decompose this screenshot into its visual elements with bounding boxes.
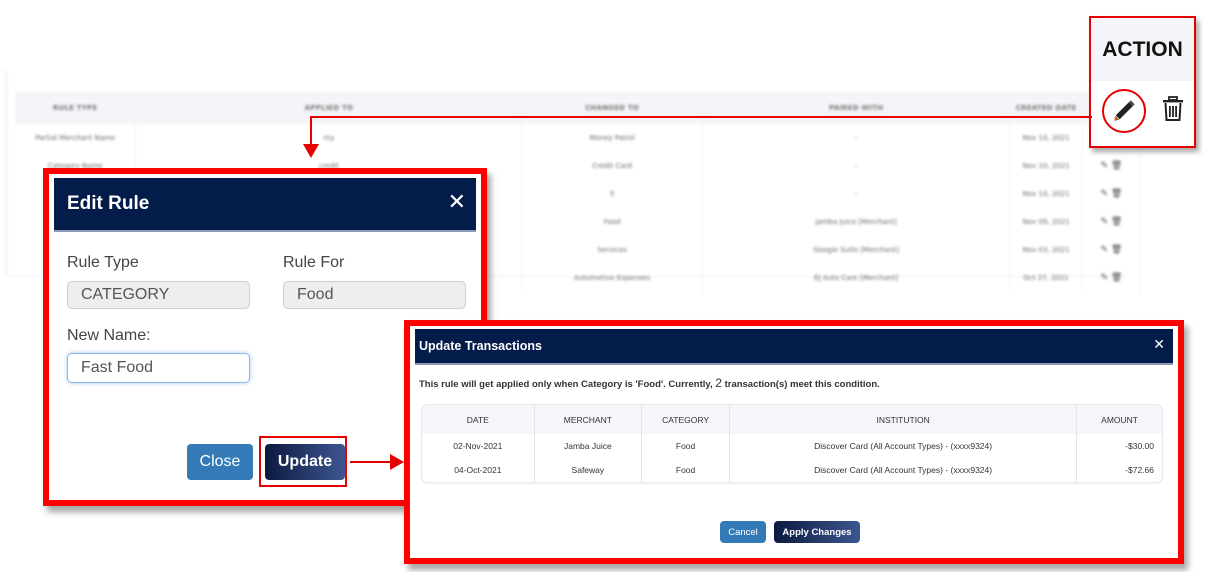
rule-for-label: Rule For bbox=[283, 254, 345, 271]
trash-icon[interactable]: 🗑 bbox=[1111, 161, 1122, 171]
pencil-icon bbox=[1113, 100, 1135, 121]
rule-paired-with: EJ Auto Care [Merchant] bbox=[702, 264, 1011, 292]
rule-paired-with: - bbox=[702, 152, 1011, 180]
rule-applied-to: my bbox=[135, 124, 523, 152]
col-category: CATEGORY bbox=[642, 405, 731, 434]
update-transactions-modal: Update Transactions ✕ This rule will get… bbox=[404, 320, 1184, 564]
rule-paired-with: - bbox=[702, 124, 1011, 152]
connector-line bbox=[310, 116, 1092, 118]
tx-institution: Discover Card (All Account Types) - (xxx… bbox=[730, 458, 1078, 482]
trash-icon[interactable]: 🗑 bbox=[1111, 273, 1122, 283]
col-created-date: CREATED DATE bbox=[1009, 92, 1083, 124]
rule-for-field: Food bbox=[283, 281, 466, 309]
cancel-button[interactable]: Cancel bbox=[720, 521, 766, 543]
arrow-head-down bbox=[303, 144, 319, 158]
arrow-head-right bbox=[390, 454, 404, 470]
message-prefix: This rule will get applied only when Cat… bbox=[419, 379, 716, 390]
rules-table-header: RULE TYPE APPLIED TO CHANGED TO PAIRED W… bbox=[15, 92, 1142, 124]
rule-changed-to: 5 bbox=[521, 180, 703, 208]
rule-type-label: Rule Type bbox=[67, 254, 139, 271]
message-suffix: transaction(s) meet this condition. bbox=[721, 379, 880, 390]
trash-icon[interactable]: 🗑 bbox=[1111, 245, 1122, 255]
rule-paired-with: - bbox=[702, 180, 1011, 208]
pencil-icon[interactable]: ✎ bbox=[1100, 189, 1110, 199]
condition-message: This rule will get applied only when Cat… bbox=[419, 376, 880, 390]
update-transactions-title: Update Transactions bbox=[419, 339, 542, 353]
new-name-input[interactable] bbox=[67, 353, 250, 383]
tx-merchant: Jamba Juice bbox=[535, 434, 643, 458]
edit-rule-button[interactable] bbox=[1101, 89, 1146, 133]
new-name-label: New Name: bbox=[67, 327, 151, 344]
close-button[interactable]: Close bbox=[187, 444, 253, 480]
tx-merchant: Safeway bbox=[535, 458, 643, 482]
tx-amount: -$30.00 bbox=[1125, 441, 1154, 451]
tx-category: Food bbox=[642, 434, 731, 458]
edit-rule-header: Edit Rule ✕ bbox=[54, 178, 476, 232]
rule-created: Oct 27, 2021 bbox=[1009, 264, 1083, 292]
close-icon[interactable]: ✕ bbox=[448, 190, 466, 215]
tx-amount: -$72.66 bbox=[1125, 465, 1154, 475]
rule-changed-to: Food bbox=[521, 208, 703, 236]
rule-paired-with: Jamba Juice [Merchant] bbox=[702, 208, 1011, 236]
col-date: DATE bbox=[422, 405, 535, 434]
close-icon[interactable]: ✕ bbox=[1153, 337, 1165, 353]
rule-created: Nov 03, 2021 bbox=[1009, 236, 1083, 264]
transaction-row: 02-Nov-2021 Jamba Juice Food Discover Ca… bbox=[422, 434, 1162, 458]
rule-row: Partial Merchant Name my Money Patrol - Nov … bbox=[15, 124, 1142, 152]
update-transactions-header: Update Transactions ✕ bbox=[415, 329, 1173, 365]
transaction-count: 2 bbox=[715, 376, 722, 390]
rule-actions: ✎ 🗑 bbox=[1082, 236, 1142, 264]
edit-rule-title: Edit Rule bbox=[67, 193, 150, 214]
rule-created: Nov 09, 2021 bbox=[1009, 208, 1083, 236]
col-applied-to: APPLIED TO bbox=[135, 92, 523, 124]
col-amount: AMOUNT bbox=[1077, 405, 1162, 434]
transaction-row: 04-Oct-2021 Safeway Food Discover Card (… bbox=[422, 458, 1162, 482]
rule-created: Nov 10, 2021 bbox=[1009, 124, 1083, 152]
delete-rule-button[interactable] bbox=[1162, 96, 1184, 126]
connector-line bbox=[310, 116, 312, 146]
tx-date: 04-Oct-2021 bbox=[422, 458, 535, 482]
rule-actions: ✎ 🗑 bbox=[1082, 152, 1142, 180]
rule-created: Nov 10, 2021 bbox=[1009, 180, 1083, 208]
rule-changed-to: Money Patrol bbox=[521, 124, 703, 152]
col-changed-to: CHANGED TO bbox=[521, 92, 703, 124]
pencil-icon[interactable]: ✎ bbox=[1100, 217, 1110, 227]
rule-type-field: CATEGORY bbox=[67, 281, 250, 309]
rule-actions: ✎ 🗑 bbox=[1082, 180, 1142, 208]
rule-changed-to: Automotive Expenses bbox=[521, 264, 703, 292]
col-merchant: MERCHANT bbox=[534, 405, 643, 434]
rule-paired-with: Google Suite [Merchant] bbox=[702, 236, 1011, 264]
pencil-icon[interactable]: ✎ bbox=[1100, 273, 1110, 283]
tx-institution: Discover Card (All Account Types) - (xxx… bbox=[730, 434, 1078, 458]
pencil-icon[interactable]: ✎ bbox=[1100, 245, 1110, 255]
trash-icon bbox=[1162, 96, 1183, 121]
tx-category: Food bbox=[642, 458, 731, 482]
connector-line bbox=[350, 461, 392, 463]
rule-rule-type: Partial Merchant Name bbox=[15, 124, 137, 152]
trash-icon[interactable]: 🗑 bbox=[1111, 217, 1122, 227]
trash-icon[interactable]: 🗑 bbox=[1111, 189, 1122, 199]
rule-actions: ✎ 🗑 bbox=[1082, 264, 1142, 292]
transactions-table: DATE MERCHANT CATEGORY INSTITUTION AMOUN… bbox=[421, 404, 1163, 483]
pencil-icon[interactable]: ✎ bbox=[1100, 161, 1110, 171]
rule-changed-to: Credit Card bbox=[521, 152, 703, 180]
transactions-table-header: DATE MERCHANT CATEGORY INSTITUTION AMOUN… bbox=[422, 405, 1162, 434]
col-paired-with: PAIRED WITH bbox=[702, 92, 1011, 124]
update-button[interactable]: Update bbox=[265, 444, 345, 480]
apply-changes-button[interactable]: Apply Changes bbox=[774, 521, 860, 543]
rule-created: Nov 10, 2021 bbox=[1009, 152, 1083, 180]
rule-actions: ✎ 🗑 bbox=[1082, 208, 1142, 236]
action-column-callout: ACTION bbox=[1089, 16, 1196, 148]
col-rule-type: RULE TYPE bbox=[15, 92, 137, 124]
tx-date: 02-Nov-2021 bbox=[422, 434, 535, 458]
col-institution: INSTITUTION bbox=[730, 405, 1078, 434]
action-column-header: ACTION bbox=[1091, 18, 1194, 81]
rule-changed-to: Services bbox=[521, 236, 703, 264]
